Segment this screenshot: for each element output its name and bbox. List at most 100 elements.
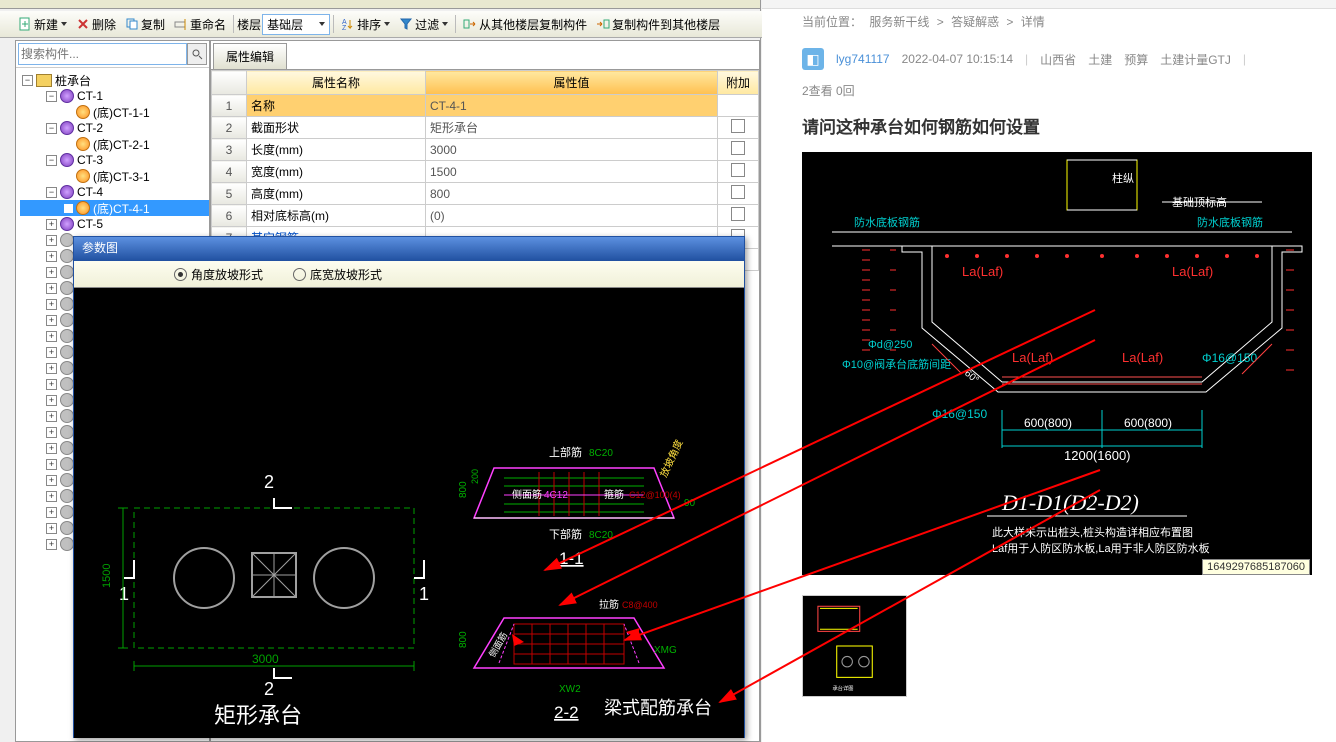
new-button[interactable]: 新建 — [14, 14, 71, 35]
opt-bottom-width-slope[interactable]: 底宽放坡形式 — [293, 266, 382, 283]
node-icon — [60, 185, 74, 199]
checkbox-icon[interactable] — [731, 185, 745, 199]
svg-text:Laf用于人防区防水板,La用于非人防区防水板: Laf用于人防区防水板,La用于非人防区防水板 — [992, 541, 1210, 555]
prop-name: 高度(mm) — [247, 183, 426, 205]
expand-icon[interactable]: + — [46, 219, 57, 230]
expand-icon[interactable]: − — [46, 123, 57, 134]
filter-button[interactable]: 过滤 — [395, 14, 452, 35]
svg-text:200: 200 — [470, 469, 480, 484]
expand-icon[interactable]: + — [46, 251, 57, 262]
tree-node[interactable]: +CT-5 — [20, 216, 209, 232]
copy-from-button[interactable]: 从其他楼层复制构件 — [459, 14, 591, 35]
expand-icon[interactable]: + — [46, 427, 57, 438]
expand-icon[interactable]: + — [46, 395, 57, 406]
prop-value[interactable]: 1500 — [426, 161, 718, 183]
prop-extra[interactable] — [718, 161, 759, 183]
prop-extra[interactable] — [718, 139, 759, 161]
prop-extra[interactable] — [718, 95, 759, 117]
property-row[interactable]: 4宽度(mm)1500 — [212, 161, 759, 183]
expand-icon[interactable] — [64, 172, 73, 181]
crumb-link[interactable]: 答疑解惑 — [951, 15, 999, 29]
opt-angle-slope[interactable]: 角度放坡形式 — [174, 266, 263, 283]
thumbnail[interactable]: 承台详图 — [802, 595, 907, 697]
tree-node[interactable]: −CT-3 — [20, 152, 209, 168]
property-row[interactable]: 2截面形状矩形承台 — [212, 117, 759, 139]
expand-icon[interactable]: + — [46, 235, 57, 246]
svg-text:8C20: 8C20 — [589, 448, 613, 459]
expand-icon[interactable]: − — [46, 187, 57, 198]
prop-value[interactable]: 矩形承台 — [426, 117, 718, 139]
tree-node[interactable]: (底)CT-4-1 — [20, 200, 209, 216]
search-input[interactable] — [18, 43, 187, 65]
crumb-link[interactable]: 服务新干线 — [869, 15, 929, 29]
svg-text:3000: 3000 — [252, 652, 279, 666]
expand-icon[interactable]: − — [22, 75, 33, 86]
svg-text:XW2: XW2 — [559, 684, 581, 695]
checkbox-icon[interactable] — [731, 141, 745, 155]
expand-icon[interactable]: − — [46, 91, 57, 102]
node-icon — [60, 265, 74, 279]
crumb-link[interactable]: 详情 — [1021, 15, 1045, 29]
expand-icon[interactable]: + — [46, 315, 57, 326]
tab-property-edit[interactable]: 属性编辑 — [213, 43, 287, 69]
expand-icon[interactable]: + — [46, 331, 57, 342]
prop-value[interactable]: 800 — [426, 183, 718, 205]
delete-button[interactable]: 删除 — [72, 14, 120, 35]
tree-node[interactable]: (底)CT-1-1 — [20, 104, 209, 120]
expand-icon[interactable]: + — [46, 267, 57, 278]
prop-extra[interactable] — [718, 183, 759, 205]
property-row[interactable]: 3长度(mm)3000 — [212, 139, 759, 161]
expand-icon[interactable]: − — [46, 155, 57, 166]
expand-icon[interactable]: + — [46, 283, 57, 294]
node-icon — [60, 425, 74, 439]
username[interactable]: lyg741117 — [836, 52, 890, 66]
expand-icon[interactable]: + — [46, 299, 57, 310]
expand-icon[interactable]: + — [46, 347, 57, 358]
checkbox-icon[interactable] — [731, 119, 745, 133]
svg-text:Φ16@150: Φ16@150 — [1202, 351, 1257, 365]
expand-icon[interactable] — [64, 108, 73, 117]
rename-button[interactable]: 重命名 — [170, 14, 230, 35]
prop-value[interactable]: (0) — [426, 205, 718, 227]
property-row[interactable]: 1名称CT-4-1 — [212, 95, 759, 117]
expand-icon[interactable]: + — [46, 507, 57, 518]
prop-value[interactable]: 3000 — [426, 139, 718, 161]
checkbox-icon[interactable] — [731, 163, 745, 177]
svg-text:1500: 1500 — [101, 564, 113, 588]
expand-icon[interactable] — [64, 204, 73, 213]
tree-node[interactable]: (底)CT-2-1 — [20, 136, 209, 152]
property-row[interactable]: 6相对底标高(m)(0) — [212, 205, 759, 227]
copy-to-icon — [596, 17, 610, 31]
left-app-panel: 新建 删除 复制 重命名 楼层 基础层 AZ排序 过滤 从其他楼层复制构件 复制… — [0, 0, 761, 742]
expand-icon[interactable] — [64, 140, 73, 149]
expand-icon[interactable]: + — [46, 363, 57, 374]
expand-icon[interactable]: + — [46, 379, 57, 390]
prop-extra[interactable] — [718, 205, 759, 227]
prop-value[interactable]: CT-4-1 — [426, 95, 718, 117]
search-button[interactable] — [187, 43, 207, 65]
expand-icon[interactable]: + — [46, 411, 57, 422]
floor-select[interactable]: 基础层 — [262, 14, 330, 35]
expand-icon[interactable]: + — [46, 539, 57, 550]
expand-icon[interactable]: + — [46, 459, 57, 470]
svg-text:下部筋: 下部筋 — [549, 527, 582, 541]
param-canvas: 11 22 3000 1500 矩形承台 — [74, 288, 744, 738]
checkbox-icon[interactable] — [731, 207, 745, 221]
tree-node[interactable]: −CT-4 — [20, 184, 209, 200]
tree-node[interactable]: −CT-2 — [20, 120, 209, 136]
expand-icon[interactable]: + — [46, 491, 57, 502]
post-cad-image[interactable]: 柱纵 防水底板钢筋 防水底板钢筋 基础顶标高 La(Laf) La(Laf) L… — [802, 152, 1312, 575]
tree-root[interactable]: − 桩承台 — [20, 72, 209, 88]
prop-extra[interactable] — [718, 117, 759, 139]
sort-button[interactable]: AZ排序 — [337, 14, 394, 35]
row-num: 4 — [212, 161, 247, 183]
expand-icon[interactable]: + — [46, 523, 57, 534]
expand-icon[interactable]: + — [46, 443, 57, 454]
copy-button[interactable]: 复制 — [121, 14, 169, 35]
expand-icon[interactable]: + — [46, 475, 57, 486]
tree-node[interactable]: (底)CT-3-1 — [20, 168, 209, 184]
svg-text:放坡角度: 放坡角度 — [657, 438, 686, 480]
copy-to-button[interactable]: 复制构件到其他楼层 — [592, 14, 724, 35]
tree-node[interactable]: −CT-1 — [20, 88, 209, 104]
property-row[interactable]: 5高度(mm)800 — [212, 183, 759, 205]
